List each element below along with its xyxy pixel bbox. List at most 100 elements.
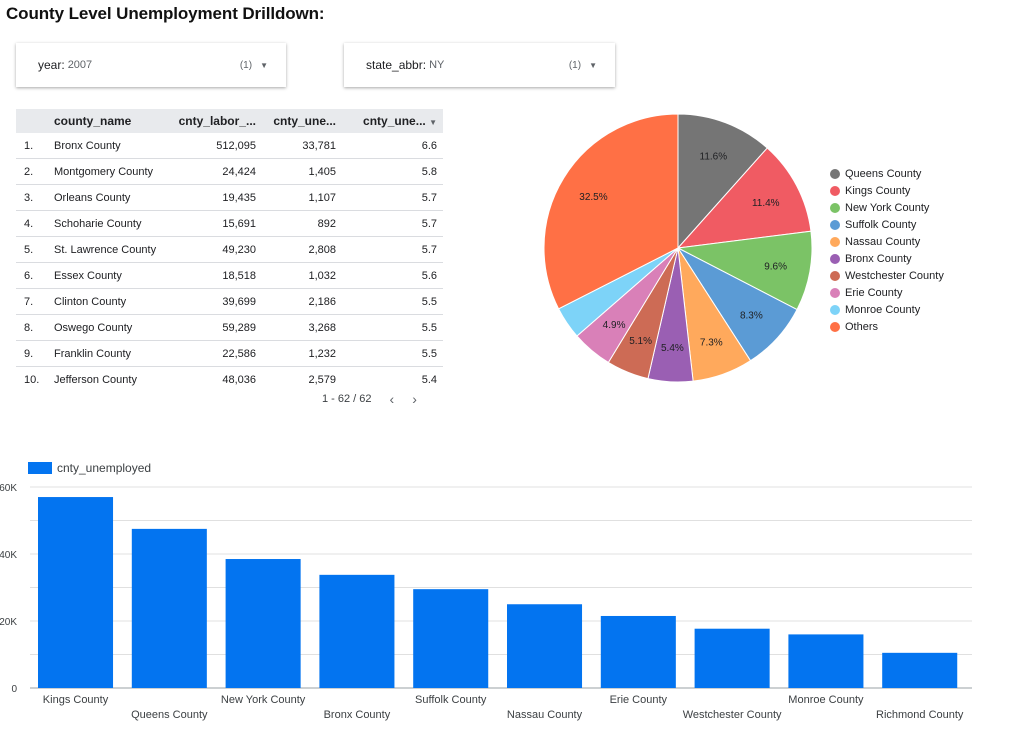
filter-value: NY <box>429 59 445 71</box>
chevron-left-icon[interactable]: ‹ <box>390 392 395 406</box>
pie-slice-label: 5.1% <box>629 336 652 347</box>
table-row[interactable]: 10. Jefferson County 48,036 2,579 5.4 <box>16 367 443 393</box>
labor-force-cell: 48,036 <box>222 373 256 386</box>
y-tick-label: 0 <box>11 684 17 695</box>
table-row[interactable]: 4. Schoharie County 15,691 892 5.7 <box>16 210 443 237</box>
x-tick-label: Monroe County <box>788 694 864 706</box>
county-name-cell: Franklin County <box>48 340 172 367</box>
county-name-cell: Bronx County <box>48 133 172 159</box>
pagination: 1 - 62 / 62 ‹ › <box>322 392 417 406</box>
legend-item[interactable]: Bronx County <box>830 250 944 267</box>
legend-item[interactable]: Kings County <box>830 182 944 199</box>
legend-label: Queens County <box>845 167 922 180</box>
bar-legend-label: cnty_unemployed <box>57 461 151 475</box>
pie-legend: Queens County Kings County New York County… <box>830 165 944 335</box>
legend-swatch <box>830 321 840 332</box>
legend-swatch <box>830 253 840 264</box>
table-row[interactable]: 3. Orleans County 19,435 1,107 5.7 <box>16 184 443 211</box>
unemployment-rate-cell: 5.8 <box>342 158 443 185</box>
pie-slice-label: 11.6% <box>700 151 728 162</box>
unemployed-cell: 1,232 <box>262 340 342 367</box>
x-tick-label: Westchester County <box>683 709 782 721</box>
bar[interactable] <box>225 559 301 688</box>
row-index: 3. <box>16 184 48 211</box>
unemployment-rate-cell: 5.5 <box>342 340 443 367</box>
table-row[interactable]: 6. Essex County 18,518 1,032 5.6 <box>16 262 443 289</box>
bar[interactable] <box>38 497 114 688</box>
row-index: 1. <box>16 133 48 159</box>
bar[interactable] <box>319 574 395 688</box>
x-tick-label: Erie County <box>610 694 668 706</box>
legend-item[interactable]: New York County <box>830 199 944 216</box>
unemployment-rate-cell: 5.7 <box>342 184 443 211</box>
x-tick-label: Bronx County <box>324 709 391 721</box>
unemployment-rate-cell: 5.4 <box>421 373 437 386</box>
legend-label: Bronx County <box>845 252 912 265</box>
sort-desc-icon[interactable]: ▼ <box>429 118 437 127</box>
table-row[interactable]: 8. Oswego County 59,289 3,268 5.5 <box>16 314 443 341</box>
county-name-header[interactable]: county_name <box>48 109 172 133</box>
legend-swatch <box>830 185 840 196</box>
bar-chart: cnty_unemployed 0 20K 40K 60K Kings County Que… <box>0 461 972 721</box>
table-row[interactable]: 5. St. Lawrence County 49,230 2,808 5.7 <box>16 236 443 263</box>
county-name-cell: St. Lawrence County <box>48 236 172 263</box>
year-filter[interactable]: year: 2007 (1) ▼ <box>16 43 286 87</box>
labor-force-header[interactable]: cnty_labor_... <box>172 109 262 133</box>
unemployment-rate-header[interactable]: cnty_une... ▼ <box>342 109 443 133</box>
state-abbr-filter[interactable]: state_abbr: NY (1) ▼ <box>344 43 615 87</box>
unemployed-header[interactable]: cnty_une... <box>262 109 342 133</box>
filter-count: (1) <box>239 59 253 71</box>
legend-item[interactable]: Monroe County <box>830 301 944 318</box>
unemployed-cell: 3,268 <box>262 314 342 341</box>
row-index: 6. <box>16 262 48 289</box>
unemployed-cell: 2,808 <box>262 236 342 263</box>
pie-slice-label: 4.9% <box>603 320 626 331</box>
county-name-cell: Clinton County <box>48 288 172 315</box>
caret-down-icon[interactable]: ▼ <box>260 61 268 70</box>
unemployed-cell: 1,107 <box>262 184 342 211</box>
x-tick-label: Suffolk County <box>415 694 487 706</box>
bar[interactable] <box>131 528 207 688</box>
legend-item[interactable]: Suffolk County <box>830 216 944 233</box>
county-table: county_name cnty_labor_... cnty_une... c… <box>16 109 443 392</box>
unemployment-rate-cell: 6.6 <box>342 133 443 159</box>
legend-swatch <box>830 287 840 298</box>
table-row[interactable]: 7. Clinton County 39,699 2,186 5.5 <box>16 288 443 315</box>
unemployed-cell: 33,781 <box>262 133 342 159</box>
bar[interactable] <box>882 652 958 688</box>
labor-force-cell: 19,435 <box>172 184 262 211</box>
index-header <box>16 109 48 133</box>
caret-down-icon[interactable]: ▼ <box>589 61 597 70</box>
table-row[interactable]: 2. Montgomery County 24,424 1,405 5.8 <box>16 158 443 185</box>
row-index: 9. <box>16 340 48 367</box>
table-row[interactable]: 9. Franklin County 22,586 1,232 5.5 <box>16 340 443 367</box>
unemployment-rate-cell: 5.5 <box>342 314 443 341</box>
filter-value: 2007 <box>67 59 93 71</box>
x-tick-label: Queens County <box>131 709 208 721</box>
x-tick-label: Kings County <box>43 694 109 706</box>
legend-swatch <box>830 236 840 247</box>
legend-item[interactable]: Others <box>830 318 944 335</box>
bar[interactable] <box>600 615 676 688</box>
chevron-right-icon[interactable]: › <box>412 392 417 406</box>
labor-force-cell: 22,586 <box>172 340 262 367</box>
legend-item[interactable]: Westchester County <box>830 267 944 284</box>
bar[interactable] <box>694 628 770 688</box>
legend-item[interactable]: Erie County <box>830 284 944 301</box>
unemployment-rate-cell: 5.6 <box>342 262 443 289</box>
x-tick-label: Richmond County <box>876 709 964 721</box>
legend-item[interactable]: Nassau County <box>830 233 944 250</box>
legend-item[interactable]: Queens County <box>830 165 944 182</box>
table-row[interactable]: 1. Bronx County 512,095 33,781 6.6 <box>16 133 443 159</box>
labor-force-cell: 18,518 <box>172 262 262 289</box>
unemployed-cell: 892 <box>262 210 342 237</box>
table-header-row: county_name cnty_labor_... cnty_une... c… <box>16 109 443 133</box>
unemployed-cell: 1,032 <box>262 262 342 289</box>
county-name-cell: Schoharie County <box>48 210 172 237</box>
pie-slice-label: 32.5% <box>579 192 607 203</box>
bar[interactable] <box>413 589 489 688</box>
county-name-cell: Oswego County <box>48 314 172 341</box>
bar[interactable] <box>507 604 583 688</box>
county-name-cell: Essex County <box>48 262 172 289</box>
bar[interactable] <box>788 634 864 688</box>
